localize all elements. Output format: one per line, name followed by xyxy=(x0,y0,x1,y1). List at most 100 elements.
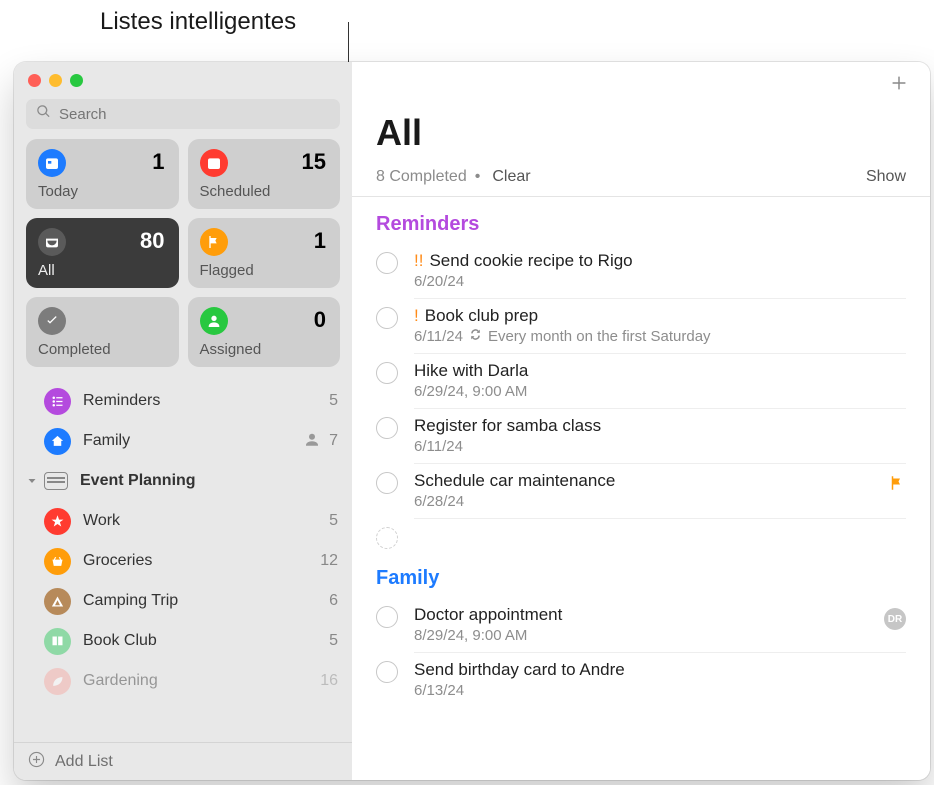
sidebar: 1 Today 15 Scheduled 80 All xyxy=(14,62,352,780)
reminder-title: Send birthday card to Andre xyxy=(414,660,625,680)
section-heading-family[interactable]: Family xyxy=(352,557,930,598)
search-input[interactable] xyxy=(59,106,330,123)
smart-list-completed[interactable]: Completed xyxy=(26,297,179,367)
page-title: All xyxy=(352,108,930,168)
list-count: 5 xyxy=(329,392,338,410)
complete-toggle[interactable] xyxy=(376,307,398,329)
separator-dot: • xyxy=(475,168,481,186)
checkmark-icon xyxy=(38,307,66,335)
reminder-item[interactable]: Doctor appointment 8/29/24, 9:00 AM DR xyxy=(352,598,930,652)
reminder-meta: 6/20/24 xyxy=(414,273,906,290)
list-groceries[interactable]: Groceries 12 xyxy=(14,541,352,581)
list-work[interactable]: Work 5 xyxy=(14,501,352,541)
scheduled-label: Scheduled xyxy=(200,183,271,200)
list-bullet-icon xyxy=(44,388,71,415)
reminder-item[interactable]: Hike with Darla 6/29/24, 9:00 AM xyxy=(352,354,930,408)
list-group-event-planning[interactable]: Event Planning xyxy=(14,461,352,501)
window-controls xyxy=(14,62,352,95)
reminder-meta: 6/28/24 xyxy=(414,493,906,510)
reminder-item[interactable]: Send birthday card to Andre 6/13/24 xyxy=(352,653,930,707)
reminder-meta: 6/13/24 xyxy=(414,682,906,699)
reminder-item[interactable]: ! Book club prep 6/11/24 Every month on … xyxy=(352,299,930,353)
priority-indicator: !! xyxy=(414,251,423,271)
new-reminder-placeholder[interactable] xyxy=(352,519,930,557)
reminder-meta: 6/11/24 xyxy=(414,438,906,455)
flag-icon xyxy=(200,228,228,256)
new-reminder-button[interactable] xyxy=(888,72,910,99)
list-family[interactable]: Family 7 xyxy=(14,421,352,461)
reminder-title: Doctor appointment xyxy=(414,605,562,625)
list-count: 6 xyxy=(329,592,338,610)
group-label: Event Planning xyxy=(80,472,196,490)
callout-label: Listes intelligentes xyxy=(100,8,296,36)
list-count: 16 xyxy=(320,672,338,690)
list-label: Groceries xyxy=(83,552,152,570)
reminder-title: Schedule car maintenance xyxy=(414,471,615,491)
complete-toggle-placeholder xyxy=(376,527,398,549)
close-window-button[interactable] xyxy=(28,74,41,87)
flag-icon[interactable] xyxy=(888,474,906,497)
reminder-item[interactable]: Schedule car maintenance 6/28/24 xyxy=(352,464,930,518)
assigned-count: 0 xyxy=(314,307,326,333)
list-reminders[interactable]: Reminders 5 xyxy=(14,381,352,421)
smart-list-all[interactable]: 80 All xyxy=(26,218,179,288)
flagged-count: 1 xyxy=(314,228,326,254)
all-count: 80 xyxy=(140,228,164,254)
shared-icon xyxy=(303,430,321,453)
list-label: Reminders xyxy=(83,392,160,410)
list-bookclub[interactable]: Book Club 5 xyxy=(14,621,352,661)
tray-icon xyxy=(38,228,66,256)
section-heading-reminders[interactable]: Reminders xyxy=(352,203,930,244)
reminder-title: Send cookie recipe to Rigo xyxy=(429,251,632,271)
minimize-window-button[interactable] xyxy=(49,74,62,87)
list-label: Work xyxy=(83,512,120,530)
main-panel: All 8 Completed • Clear Show Reminders !… xyxy=(352,62,930,780)
reminders-window: 1 Today 15 Scheduled 80 All xyxy=(14,62,930,780)
all-label: All xyxy=(38,262,55,279)
book-icon xyxy=(44,628,71,655)
add-list-button[interactable]: Add List xyxy=(14,742,352,780)
plus-circle-icon xyxy=(28,751,45,773)
complete-toggle[interactable] xyxy=(376,472,398,494)
person-icon xyxy=(200,307,228,335)
complete-toggle[interactable] xyxy=(376,661,398,683)
smart-list-today[interactable]: 1 Today xyxy=(26,139,179,209)
list-count: 12 xyxy=(320,552,338,570)
flagged-label: Flagged xyxy=(200,262,254,279)
smart-list-assigned[interactable]: 0 Assigned xyxy=(188,297,341,367)
assignee-avatar[interactable]: DR xyxy=(884,608,906,630)
tent-icon xyxy=(44,588,71,615)
list-label: Book Club xyxy=(83,632,157,650)
zoom-window-button[interactable] xyxy=(70,74,83,87)
completed-bar: 8 Completed • Clear Show xyxy=(352,168,930,196)
calendar-icon xyxy=(200,149,228,177)
complete-toggle[interactable] xyxy=(376,606,398,628)
priority-indicator: ! xyxy=(414,306,419,326)
list-gardening[interactable]: Gardening 16 xyxy=(14,661,352,701)
completed-label: Completed xyxy=(38,341,111,358)
clear-completed-button[interactable]: Clear xyxy=(492,168,530,186)
list-label: Gardening xyxy=(83,672,158,690)
list-camping[interactable]: Camping Trip 6 xyxy=(14,581,352,621)
repeat-icon xyxy=(469,328,482,345)
reminder-item[interactable]: !! Send cookie recipe to Rigo 6/20/24 xyxy=(352,244,930,298)
smart-list-flagged[interactable]: 1 Flagged xyxy=(188,218,341,288)
list-count: 7 xyxy=(329,432,338,450)
reminder-meta: 6/29/24, 9:00 AM xyxy=(414,383,906,400)
complete-toggle[interactable] xyxy=(376,417,398,439)
completed-count-text: 8 Completed xyxy=(376,168,467,186)
complete-toggle[interactable] xyxy=(376,252,398,274)
chevron-down-icon xyxy=(26,475,38,487)
complete-toggle[interactable] xyxy=(376,362,398,384)
search-field[interactable] xyxy=(26,99,340,129)
show-completed-button[interactable]: Show xyxy=(866,168,906,186)
today-label: Today xyxy=(38,183,78,200)
assigned-label: Assigned xyxy=(200,341,262,358)
smart-list-scheduled[interactable]: 15 Scheduled xyxy=(188,139,341,209)
toolbar xyxy=(352,62,930,108)
my-lists: Reminders 5 Family 7 Event Planning xyxy=(14,377,352,742)
reminder-item[interactable]: Register for samba class 6/11/24 xyxy=(352,409,930,463)
reminder-meta: 8/29/24, 9:00 AM xyxy=(414,627,906,644)
star-icon xyxy=(44,508,71,535)
reminders-content: Reminders !! Send cookie recipe to Rigo … xyxy=(352,197,930,780)
